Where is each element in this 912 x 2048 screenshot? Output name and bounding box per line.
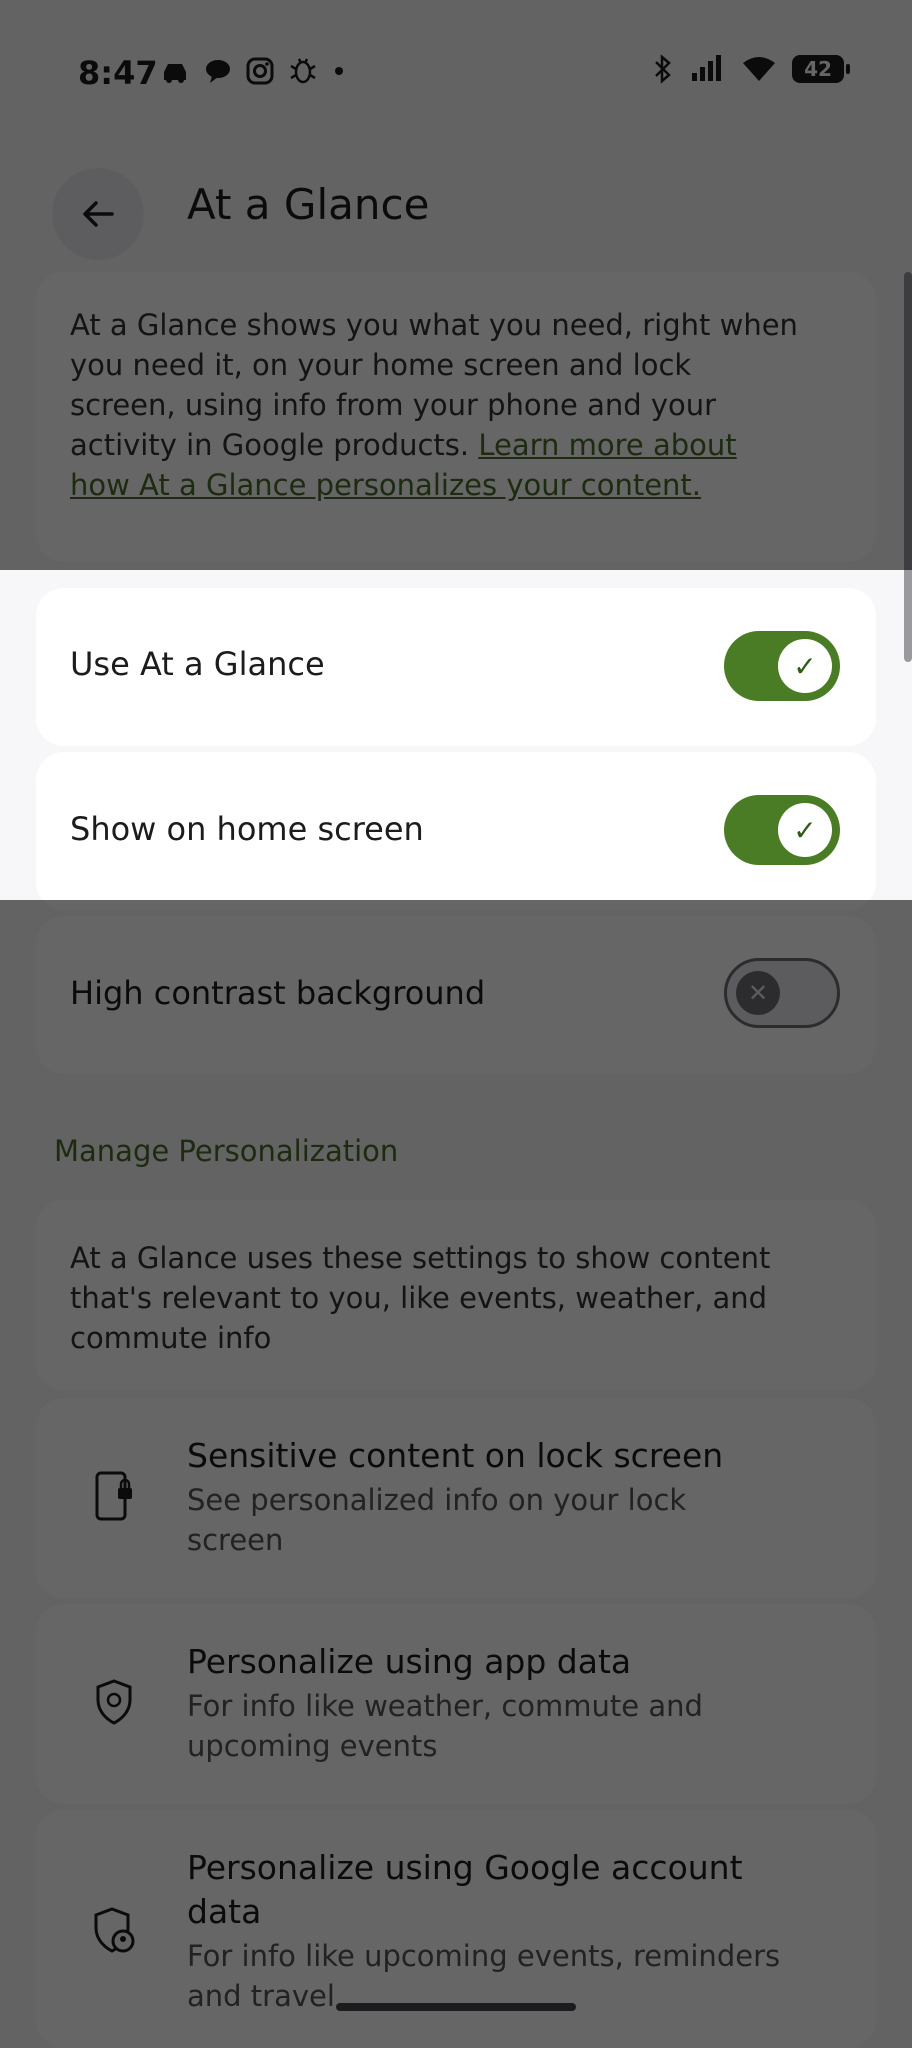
bug-icon — [290, 58, 316, 84]
account-shield-icon — [92, 1904, 136, 1956]
intro-description: At a Glance shows you what you need, rig… — [70, 305, 800, 505]
car-icon — [164, 64, 186, 83]
lock-phone-icon — [92, 1470, 136, 1522]
toggle-use-at-a-glance[interactable]: ✓ — [724, 631, 840, 701]
home-indicator[interactable] — [336, 2003, 576, 2011]
list-item-subtitle: For info like weather, commute and upcom… — [187, 1689, 703, 1763]
page-title: At a Glance — [187, 180, 430, 229]
dot-icon — [335, 67, 343, 75]
chat-icon — [206, 60, 230, 83]
scrollbar[interactable] — [904, 272, 912, 662]
shield-icon — [92, 1676, 136, 1728]
bluetooth-icon — [655, 54, 671, 84]
system-icons: 42 — [652, 54, 850, 84]
section-title-manage-personalization: Manage Personalization — [54, 1134, 399, 1168]
battery-indicator: 42 — [792, 55, 850, 83]
back-button[interactable] — [52, 168, 144, 260]
list-item-subtitle: See personalized info on your lock scree… — [187, 1483, 687, 1557]
toggle-label-use-at-a-glance: Use At a Glance — [70, 645, 325, 683]
instagram-icon — [246, 57, 274, 85]
list-item-title: Personalize using app data — [187, 1642, 632, 1681]
toggle-label-high-contrast: High contrast background — [70, 974, 486, 1012]
toggle-label-show-on-home: Show on home screen — [70, 810, 424, 848]
arrow-back-icon — [83, 201, 114, 227]
list-item-title: Sensitive content on lock screen — [187, 1436, 724, 1475]
signal-icon — [692, 55, 721, 81]
list-item-title: Personalize using Google account data — [187, 1848, 743, 1931]
close-icon: ✕ — [736, 971, 780, 1015]
toggle-high-contrast[interactable]: ✕ — [724, 958, 840, 1028]
wifi-icon — [743, 57, 775, 81]
notification-icons — [160, 56, 346, 86]
check-icon: ✓ — [778, 803, 832, 857]
status-time: 8:47 — [78, 54, 158, 92]
check-icon: ✓ — [778, 639, 832, 693]
personalization-description: At a Glance uses these settings to show … — [70, 1241, 771, 1355]
toggle-show-on-home[interactable]: ✓ — [724, 795, 840, 865]
status-bar: 8:47 42 — [0, 0, 912, 150]
